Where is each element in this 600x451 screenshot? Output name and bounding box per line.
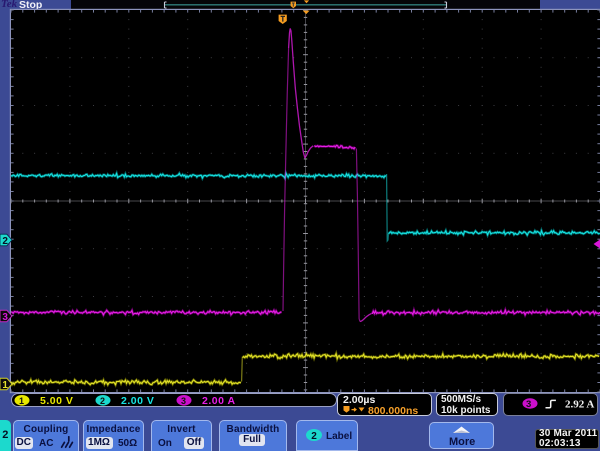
svg-text:2: 2 xyxy=(100,396,105,406)
svg-text:5.00 V: 5.00 V xyxy=(40,395,73,407)
svg-text:2: 2 xyxy=(311,431,317,442)
svg-text:2.00 V: 2.00 V xyxy=(121,395,154,407)
svg-text:3: 3 xyxy=(526,399,531,410)
svg-text:2.92 A: 2.92 A xyxy=(565,399,594,411)
svg-text:More: More xyxy=(449,436,475,448)
svg-text:2.00 A: 2.00 A xyxy=(202,395,236,407)
svg-text:Label: Label xyxy=(326,431,352,442)
svg-text:800.000ns: 800.000ns xyxy=(368,405,418,416)
svg-text:3: 3 xyxy=(181,396,186,406)
svg-text:1: 1 xyxy=(19,396,24,406)
